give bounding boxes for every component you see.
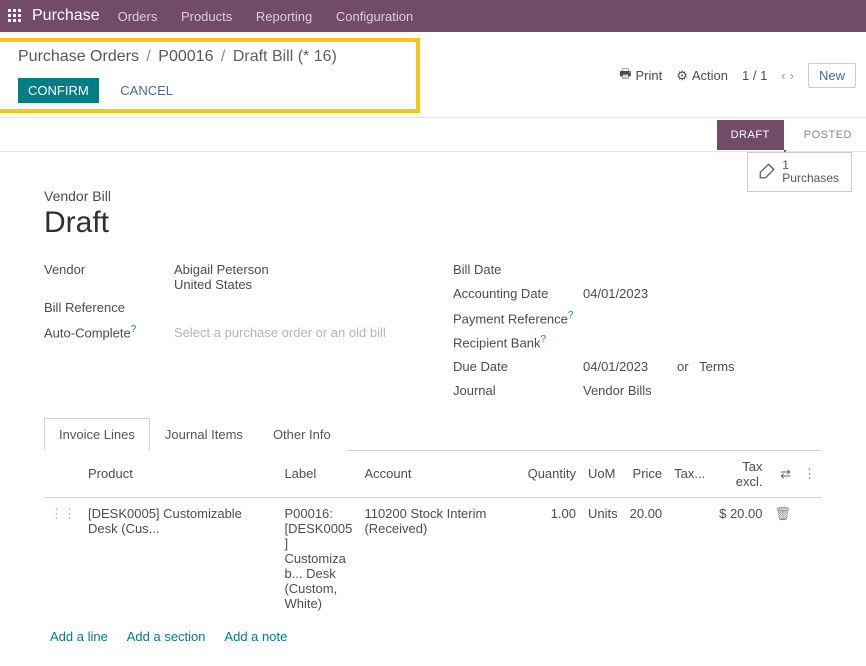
delete-row-icon[interactable]: 🗑 [774,506,791,521]
pager-prev-icon[interactable]: ‹ [781,68,785,83]
print-icon: 🖶 [619,65,631,87]
pager-text: 1 / 1 [742,68,767,83]
drag-handle-icon[interactable]: ⋮⋮ [50,506,76,521]
add-note-link[interactable]: Add a note [224,629,287,644]
action-button[interactable]: ⚙ Action [676,68,728,84]
col-price[interactable]: Price [624,451,669,498]
top-nav: Purchase Orders Products Reporting Confi… [0,0,866,32]
form-title: Draft [44,206,822,240]
vendor-label: Vendor [44,262,174,277]
cell-account[interactable]: 110200 Stock Interim (Received) [358,497,521,619]
col-taxexcl[interactable]: Tax excl. [711,451,768,498]
add-line-link[interactable]: Add a line [50,629,108,644]
apps-grid-icon[interactable] [8,9,22,23]
vendor-name[interactable]: Abigail Peterson [174,262,269,277]
col-product[interactable]: Product [82,451,278,498]
crumb-current: Draft Bill (* 16) [233,48,337,65]
acctdate-label: Accounting Date [453,286,583,301]
form-tabs: Invoice Lines Journal Items Other Info [44,417,822,451]
billdate-label: Bill Date [453,262,583,277]
stat-purchases-button[interactable]: 1 Purchases [747,152,852,192]
journal-field[interactable]: Vendor Bills [583,383,652,398]
highlight-box: Purchase Orders / P00016 / Draft Bill (*… [0,38,420,113]
menu-products[interactable]: Products [181,9,232,24]
help-icon[interactable]: ? [540,334,546,345]
tab-invoice-lines[interactable]: Invoice Lines [44,418,150,451]
status-draft[interactable]: DRAFT [717,120,784,150]
gear-icon: ⚙ [676,68,688,84]
kebab-icon[interactable]: ⋮ [803,466,816,481]
cell-product[interactable]: [DESK0005] Customizable Desk (Cus... [82,497,278,619]
col-quantity[interactable]: Quantity [522,451,582,498]
invoice-lines-table: Product Label Account Quantity UoM Price… [44,451,822,619]
confirm-button[interactable]: CONFIRM [18,78,99,103]
control-bar: Purchase Orders / P00016 / Draft Bill (*… [0,32,866,118]
form-subtitle: Vendor Bill [44,188,822,204]
cell-taxexcl: $ 20.00 [711,497,768,619]
status-bar: DRAFT POSTED [0,118,866,152]
journal-label: Journal [453,383,583,398]
menu-configuration[interactable]: Configuration [336,9,413,24]
payref-label: Payment Reference [453,311,568,326]
pager-next-icon[interactable]: › [790,68,794,83]
stat-label: Purchases [782,172,839,185]
cell-qty[interactable]: 1.00 [522,497,582,619]
help-icon[interactable]: ? [568,310,574,321]
acctdate-field[interactable]: 04/01/2023 [583,286,648,301]
col-uom[interactable]: UoM [582,451,624,498]
menu-orders[interactable]: Orders [118,9,158,24]
cell-label[interactable]: P00016: [DESK0005] Customizab... Desk (C… [278,497,358,619]
crumb-p00016[interactable]: P00016 [158,48,213,65]
table-row[interactable]: ⋮⋮ [DESK0005] Customizable Desk (Cus... … [44,497,822,619]
app-title[interactable]: Purchase [32,7,100,25]
duedate-label: Due Date [453,359,583,374]
col-account[interactable]: Account [358,451,521,498]
vendor-country: United States [174,277,269,292]
print-button[interactable]: 🖶 Print [619,65,662,87]
billref-label: Bill Reference [44,300,174,315]
cell-price[interactable]: 20.00 [624,497,669,619]
breadcrumb: Purchase Orders / P00016 / Draft Bill (*… [0,42,410,72]
autocomplete-label: Auto-Complete [44,325,131,340]
add-section-link[interactable]: Add a section [127,629,206,644]
edit-icon [758,162,776,183]
duedate-field[interactable]: 04/01/2023 or Terms [583,359,735,374]
menu-reporting[interactable]: Reporting [256,9,312,24]
crumb-purchase-orders[interactable]: Purchase Orders [18,48,139,65]
autocomplete-field[interactable]: Select a purchase order or an old bill [174,325,386,340]
help-icon[interactable]: ? [131,324,137,335]
adjust-columns-icon[interactable]: ⇄ [780,466,791,481]
tab-other-info[interactable]: Other Info [258,418,346,451]
col-label[interactable]: Label [278,451,358,498]
terms-field[interactable]: Terms [699,359,734,374]
recbank-label: Recipient Bank [453,336,540,351]
form-sheet: 1 Purchases Vendor Bill Draft Vendor Abi… [14,152,852,666]
status-posted[interactable]: POSTED [784,120,866,150]
new-button[interactable]: New [808,63,856,88]
cell-uom[interactable]: Units [582,497,624,619]
tab-journal-items[interactable]: Journal Items [150,418,258,451]
cancel-button[interactable]: CANCEL [110,78,183,103]
col-tax[interactable]: Tax... [668,451,711,498]
